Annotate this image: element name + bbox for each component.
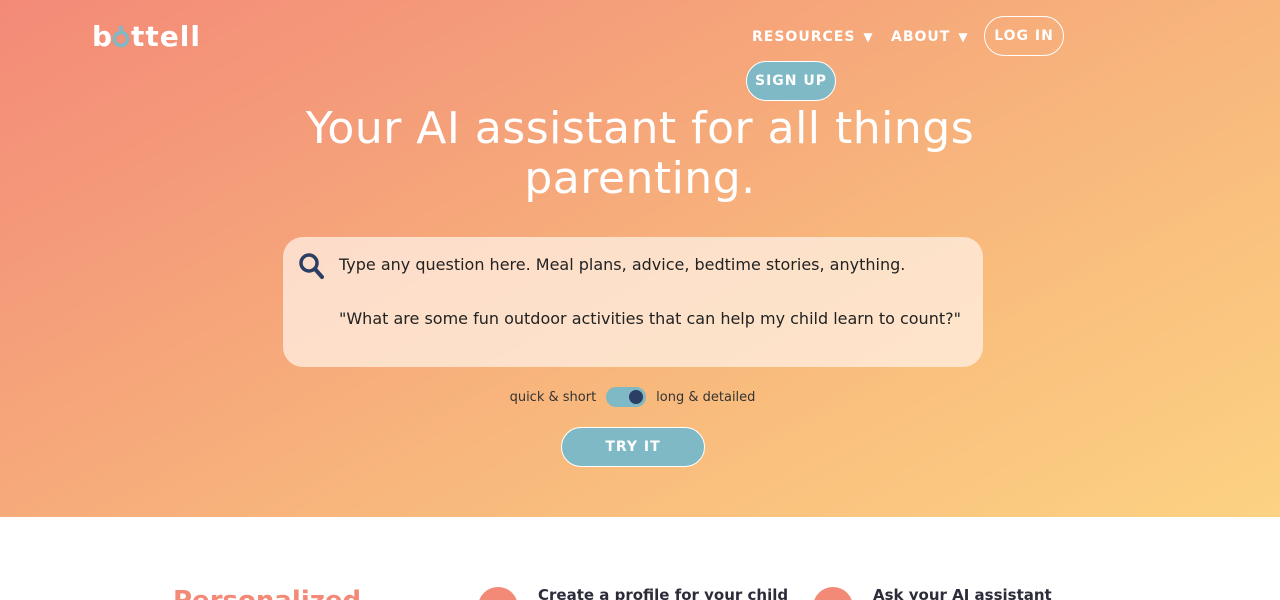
logo-wordmark-icon: b ttell bbox=[92, 20, 201, 53]
question-placeholder: Type any question here. Meal plans, advi… bbox=[339, 255, 906, 274]
chevron-down-icon: ▼ bbox=[958, 30, 969, 44]
signup-button[interactable]: SIGN UP bbox=[746, 61, 836, 101]
feature-title: Create a profile for your child bbox=[538, 586, 789, 600]
login-button[interactable]: LOG IN bbox=[984, 16, 1064, 56]
hero-section: b ttell RESOURCES ▼ ABOUT ▼ LOG IN SIGN … bbox=[0, 0, 1280, 517]
question-input[interactable]: Type any question here. Meal plans, advi… bbox=[283, 237, 983, 367]
section-heading: Personalized bbox=[173, 586, 361, 600]
nav-resources-label: RESOURCES bbox=[752, 29, 856, 45]
toggle-right-label: long & detailed bbox=[656, 389, 756, 405]
nav-about-label: ABOUT bbox=[891, 29, 951, 45]
search-icon bbox=[299, 253, 324, 279]
answer-length-toggle-row: quick & short long & detailed bbox=[0, 386, 1265, 408]
hero-headline: Your AI assistant for all things parenti… bbox=[305, 103, 975, 204]
svg-text:b: b bbox=[92, 20, 113, 53]
toggle-left-label: quick & short bbox=[509, 389, 597, 405]
try-it-button[interactable]: TRY IT bbox=[561, 427, 705, 467]
feature-step-icon bbox=[813, 587, 853, 600]
toggle-knob bbox=[629, 390, 644, 404]
nav-about-dropdown[interactable]: ABOUT ▼ bbox=[891, 26, 969, 48]
answer-length-toggle[interactable] bbox=[606, 387, 647, 407]
question-example: "What are some fun outdoor activities th… bbox=[339, 309, 961, 328]
svg-text:ttell: ttell bbox=[131, 20, 201, 53]
chevron-down-icon: ▼ bbox=[863, 30, 874, 44]
feature-title: Ask your AI assistant bbox=[873, 586, 1052, 600]
bottell-logo[interactable]: b ttell bbox=[92, 17, 202, 57]
feature-step-icon bbox=[478, 587, 518, 600]
nav-resources-dropdown[interactable]: RESOURCES ▼ bbox=[752, 26, 874, 48]
